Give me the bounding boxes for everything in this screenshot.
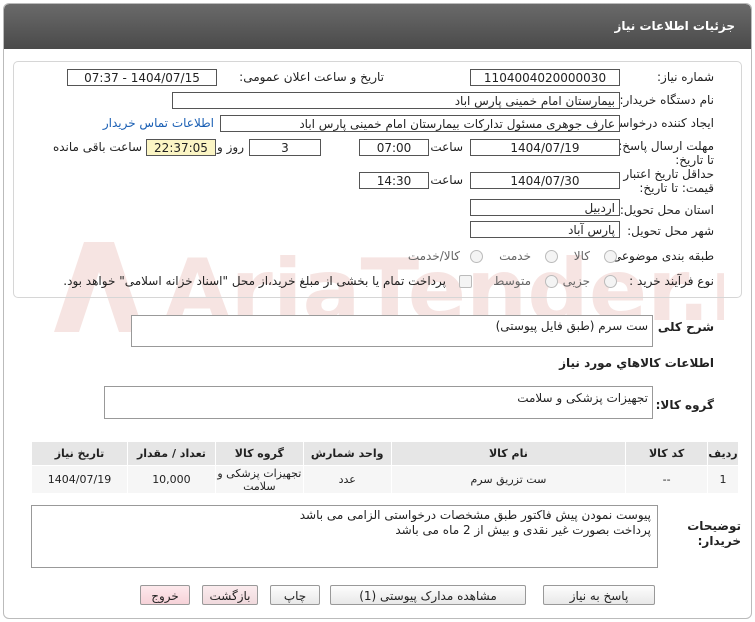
goods-info-title: اطلاعات کالاهاي مورد نياز (559, 356, 714, 370)
buyer-contact-link[interactable]: اطلاعات تماس خریدار (103, 116, 214, 130)
cell-name: ست تزریق سرم (390, 465, 627, 494)
process-radio-medium[interactable] (545, 275, 558, 288)
cell-qty: 10,000 (127, 465, 216, 494)
col-header-name: نام کالا (390, 441, 627, 466)
payment-note: پرداخت تمام یا بخشی از مبلغ خرید،از محل … (63, 274, 446, 288)
deadline-date-field: 1404/07/19 (470, 139, 620, 156)
col-header-row: ردیف (707, 441, 739, 466)
cell-unit: عدد (302, 465, 392, 494)
process-radio-minor[interactable] (604, 275, 617, 288)
items-table: ردیف کد کالا نام کالا واحد شمارش گروه کا… (31, 441, 739, 494)
print-button[interactable]: چاپ (270, 585, 320, 605)
process-option-minor: جزیی (562, 274, 590, 288)
deadline-label: مهلت ارسال پاسخ: تا تاریخ: (618, 139, 714, 167)
province-field: اردبیل (470, 199, 620, 216)
city-field: پارس آباد (470, 221, 620, 238)
col-header-unit: واحد شمارش (302, 441, 392, 466)
buyer-notes-field: پیوست نمودن پیش فاکتور طبق مشخصات درخواس… (31, 505, 658, 568)
validity-label: حداقل تاریخ اعتبار قیمت: تا تاریخ: (623, 167, 714, 195)
city-label: شهر محل تحویل: (627, 224, 714, 238)
province-label: استان محل تحویل: (619, 203, 714, 217)
validity-date-field: 1404/07/30 (470, 172, 620, 189)
process-label: نوع فرآیند خرید : (629, 274, 714, 288)
goods-group-field: تجهیزات پزشکی و سلامت (104, 386, 653, 419)
validity-time-field: 14:30 (359, 172, 429, 189)
cell-code: -- (625, 465, 709, 494)
cell-group: تجهیزات پزشکی و سلامت (214, 465, 304, 494)
category-option-service: خدمت (499, 249, 531, 263)
buyer-notes-label: توضیحات خریدار: (687, 519, 741, 548)
category-radio-goods[interactable] (604, 250, 617, 263)
buyer-notes-line-1: پیوست نمودن پیش فاکتور طبق مشخصات درخواس… (299, 508, 651, 522)
validity-time-label: ساعت (430, 173, 463, 187)
reply-button[interactable]: پاسخ به نیاز (543, 585, 655, 605)
col-header-qty: تعداد / مقدار (127, 441, 216, 466)
announce-label: تاریخ و ساعت اعلان عمومی: (239, 70, 384, 84)
creator-field: عارف جوهری مسئول تدارکات بیمارستان امام … (220, 115, 620, 132)
col-header-group: گروه کالا (214, 441, 304, 466)
cell-date: 1404/07/19 (31, 465, 128, 494)
need-number-field: 1104004020000030 (470, 69, 620, 86)
buyer-notes-line-2: پرداخت بصورت غیر نقدی و بیش از 2 ماه می … (395, 523, 651, 537)
process-option-medium: متوسط (493, 274, 531, 288)
announce-field: 1404/07/15 - 07:37 (67, 69, 217, 86)
summary-field: ست سرم (طبق فایل پیوستی) (131, 315, 653, 347)
view-attachments-button[interactable]: مشاهده مدارک پیوستی (1) (330, 585, 526, 605)
col-header-code: کد کالا (625, 441, 709, 466)
category-radio-both[interactable] (470, 250, 483, 263)
category-label: طبقه بندی موضوعی: (607, 249, 714, 263)
window-title: جزئیات اطلاعات نیاز (614, 19, 735, 33)
table-row: 1 -- ست تزریق سرم عدد تجهیزات پزشکی و سل… (31, 465, 739, 494)
need-number-label: شماره نیاز: (657, 70, 714, 84)
category-option-both: کالا/خدمت (407, 249, 460, 263)
category-option-goods: کالا (573, 249, 590, 263)
remaining-time-field: 22:37:05 (146, 139, 216, 156)
goods-group-label: گروه کالا: (655, 398, 714, 412)
days-label: روز و (217, 140, 244, 154)
deadline-time-label: ساعت (430, 140, 463, 154)
exit-button[interactable]: خروج (140, 585, 190, 605)
cell-row: 1 (707, 465, 739, 494)
title-bar: جزئیات اطلاعات نیاز (4, 4, 751, 49)
remaining-label: ساعت باقی مانده (52, 140, 142, 154)
buyer-label: نام دستگاه خریدار: (619, 93, 715, 107)
col-header-date: تاریخ نیاز (31, 441, 128, 466)
buyer-field: بیمارستان امام خمینی پارس اباد (172, 92, 620, 109)
table-header-row: ردیف کد کالا نام کالا واحد شمارش گروه کا… (31, 441, 739, 466)
days-field: 3 (249, 139, 321, 156)
category-radio-service[interactable] (545, 250, 558, 263)
deadline-time-field: 07:00 (359, 139, 429, 156)
treasury-checkbox[interactable] (459, 275, 472, 288)
creator-label: ایجاد کننده درخواست: (603, 116, 714, 130)
back-button[interactable]: بازگشت (202, 585, 258, 605)
